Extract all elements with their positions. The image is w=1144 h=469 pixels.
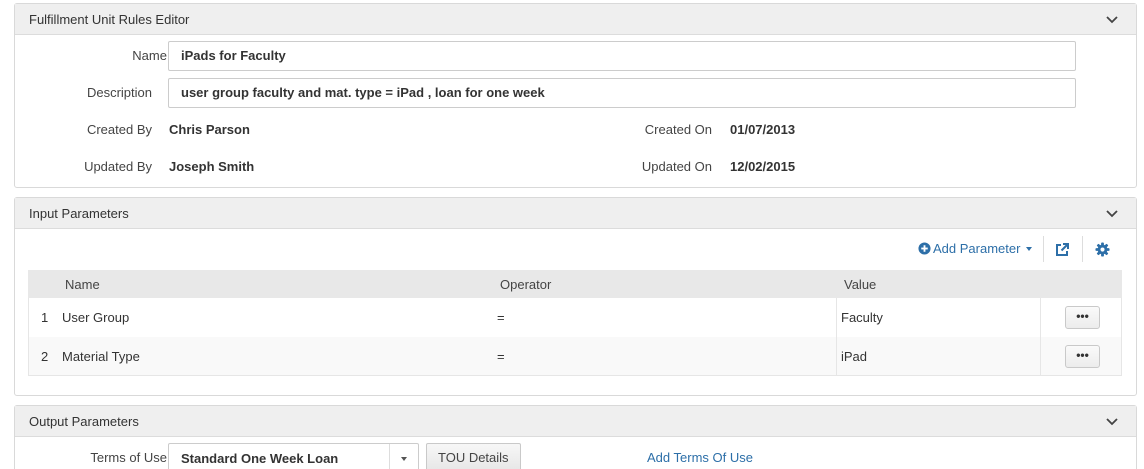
chevron-down-icon[interactable] (1106, 15, 1118, 25)
name-field[interactable]: iPads for Faculty (168, 41, 1076, 71)
output-parameters-header: Output Parameters (15, 406, 1136, 437)
created-by-value: Chris Parson (169, 122, 250, 137)
terms-of-use-value: Standard One Week Loan (181, 451, 339, 466)
column-divider (836, 337, 837, 375)
gear-icon[interactable] (1095, 242, 1110, 257)
caret-down-icon (401, 457, 407, 461)
toolbar-divider (1043, 236, 1044, 262)
panel-title: Fulfillment Unit Rules Editor (29, 12, 190, 27)
row-index: 1 (41, 310, 49, 325)
table-row: 2 Material Type = iPad ••• (28, 337, 1122, 376)
row-name: Material Type (62, 349, 140, 364)
panel-title: Output Parameters (29, 414, 139, 429)
toolbar-divider (1082, 236, 1083, 262)
terms-of-use-label: Terms of Use* (55, 450, 175, 465)
description-field[interactable]: user group faculty and mat. type = iPad … (168, 78, 1076, 108)
created-on-value: 01/07/2013 (730, 122, 796, 137)
column-header-value[interactable]: Value (844, 277, 876, 292)
row-value: Faculty (841, 310, 883, 325)
row-value: iPad (841, 349, 868, 364)
caret-down-icon (1026, 247, 1033, 251)
column-header-operator[interactable]: Operator (500, 277, 551, 292)
updated-on-label: Updated On (641, 159, 712, 174)
row-index: 2 (41, 349, 49, 364)
row-actions-button[interactable]: ••• (1065, 306, 1100, 329)
updated-on-value: 12/02/2015 (730, 159, 796, 174)
column-divider (1040, 337, 1041, 375)
tou-details-button[interactable]: TOU Details (426, 443, 521, 469)
row-actions-button[interactable]: ••• (1065, 345, 1100, 368)
name-label: Name* (75, 48, 175, 63)
description-label: Description (86, 85, 152, 100)
add-terms-of-use-link[interactable]: Add Terms Of Use (647, 450, 753, 465)
plus-circle-icon (918, 242, 931, 255)
parameters-table-header: Name Operator Value (28, 270, 1122, 298)
column-divider (1040, 298, 1041, 337)
input-parameters-header: Input Parameters (15, 198, 1136, 229)
add-parameter-button[interactable]: Add Parameter (918, 241, 1033, 256)
panel-title: Input Parameters (29, 206, 129, 221)
created-on-label: Created On (644, 122, 712, 137)
rules-editor-header: Fulfillment Unit Rules Editor (15, 4, 1136, 35)
export-icon[interactable] (1055, 243, 1069, 257)
row-operator: = (497, 349, 505, 364)
row-name: User Group (62, 310, 130, 325)
terms-of-use-select[interactable]: Standard One Week Loan (168, 443, 419, 469)
input-parameters-panel: Input Parameters Add Parameter Name Oper… (14, 197, 1137, 396)
updated-by-label: Updated By (84, 159, 152, 174)
rules-editor-panel: Fulfillment Unit Rules Editor Name* iPad… (14, 3, 1137, 188)
chevron-down-icon[interactable] (1106, 209, 1118, 219)
column-divider (836, 298, 837, 337)
output-parameters-panel: Output Parameters Terms of Use* Standard… (14, 405, 1137, 469)
select-divider (389, 444, 390, 469)
updated-by-value: Joseph Smith (169, 159, 255, 174)
row-operator: = (497, 310, 505, 325)
created-by-label: Created By (86, 122, 152, 137)
chevron-down-icon[interactable] (1106, 417, 1118, 427)
column-header-name[interactable]: Name (65, 277, 100, 292)
table-row: 1 User Group = Faculty ••• (28, 298, 1122, 337)
add-parameter-label: Add Parameter (933, 241, 1021, 256)
